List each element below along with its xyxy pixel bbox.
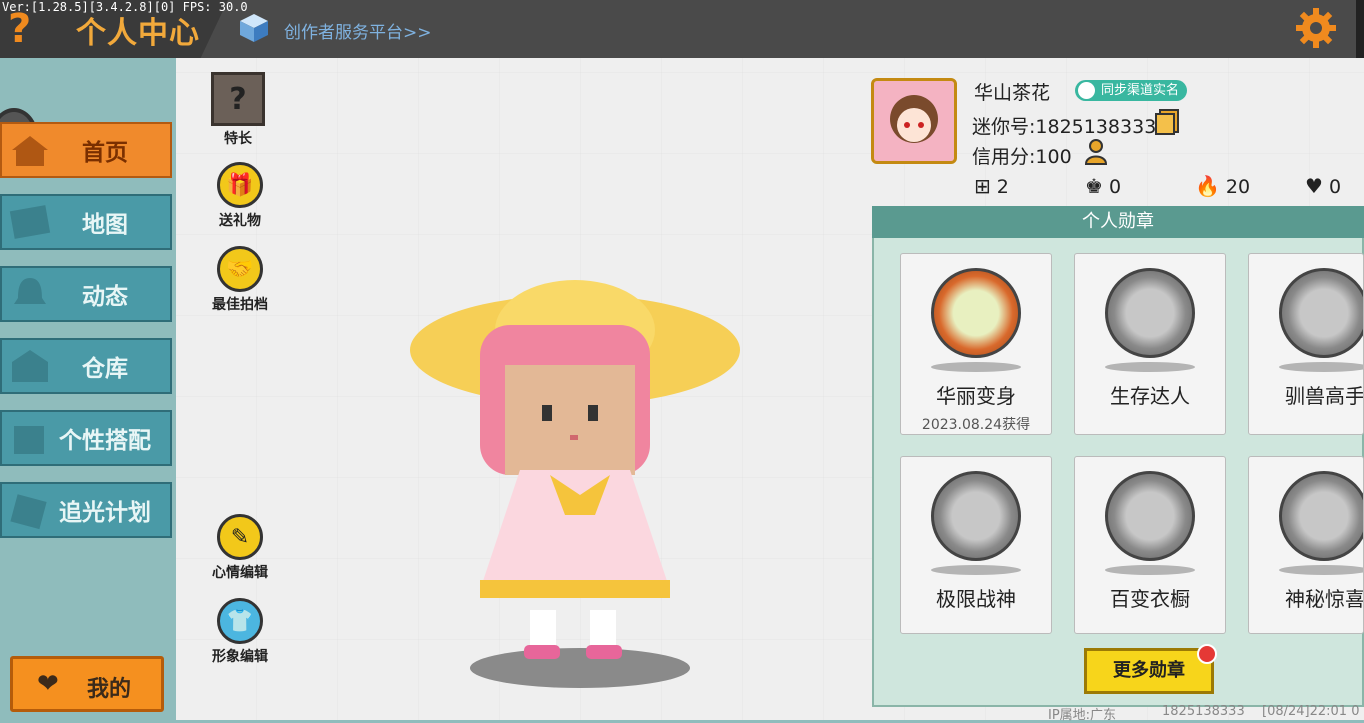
sidebar-item-outfit[interactable]: 个性搭配 [0, 410, 172, 466]
medal-shadow [1105, 362, 1195, 372]
footer-uid: 1825138333 [1162, 704, 1245, 719]
avatar-face [874, 81, 954, 161]
medal-shadow [931, 565, 1021, 575]
avatar[interactable] [871, 78, 957, 164]
mood-edit-label: 心情编辑 [212, 565, 268, 581]
medal-name: 百变衣橱 [1110, 587, 1190, 611]
nickname: 华山茶花 [974, 82, 1051, 104]
medal-date: 2023.08.24获得 [921, 417, 1031, 433]
copy-icon[interactable] [1154, 108, 1180, 136]
medal-card[interactable]: 生存达人 [1074, 253, 1226, 435]
medal-card[interactable]: 极限战神 [900, 456, 1052, 634]
fans-icon: ♚ [1085, 174, 1103, 198]
help-icon[interactable]: ? [8, 6, 31, 52]
sidebar-item-feed[interactable]: 动态 [0, 266, 172, 322]
medal-card[interactable]: 驯兽高手 [1248, 253, 1364, 435]
medal-panel-title: 个人勋章 [872, 206, 1364, 238]
medal-card[interactable]: 华丽变身 2023.08.24获得 [900, 253, 1052, 435]
footer-timestamp: [08/24]22:01 0 [1262, 704, 1360, 719]
sidebar-item-label: 首页 [82, 140, 128, 166]
medal-shadow [931, 362, 1021, 372]
page-title: 个人中心 [76, 16, 200, 51]
medal-wardrobe-icon [1105, 471, 1195, 561]
sidebar-item-map[interactable]: 地图 [0, 194, 172, 250]
question-block-icon: ? [211, 72, 265, 126]
credit-score: 信用分:100 [972, 146, 1072, 168]
medal-surprise-icon [1279, 471, 1363, 561]
medal-boss-icon [931, 471, 1021, 561]
sidebar-item-label: 仓库 [82, 356, 128, 382]
medal-campfire-icon [1105, 268, 1195, 358]
mine-button[interactable]: ❤ 我的 [10, 656, 164, 712]
heart-icon: ♥ [1305, 174, 1323, 198]
sidebar-item-label: 追光计划 [59, 500, 151, 526]
likes-count: 0 [1328, 176, 1342, 198]
medal-card[interactable]: 百变衣橱 [1074, 456, 1226, 634]
notification-dot [1197, 644, 1217, 664]
flame-icon: 🔥 [1195, 174, 1220, 198]
medal-name: 驯兽高手 [1285, 384, 1364, 408]
gift-icon: 🎁 [217, 162, 263, 208]
medal-card[interactable]: 神秘惊喜 [1248, 456, 1364, 634]
heart-icon: ❤ [37, 669, 59, 699]
best-partner-button[interactable]: 🤝 最佳拍档 [200, 246, 280, 314]
popularity-stat[interactable]: 🔥 20 [1195, 174, 1250, 198]
medal-shadow [1279, 565, 1363, 575]
sidebar-item-home[interactable]: 首页 [0, 122, 172, 178]
best-partner-label: 最佳拍档 [212, 297, 268, 313]
friends-stat[interactable]: ⊞ 2 [974, 174, 1009, 198]
medal-name: 极限战神 [936, 587, 1016, 611]
medal-shadow [1279, 362, 1363, 372]
cube-icon[interactable] [238, 12, 270, 44]
avatar-edit-button[interactable]: 👕 形象编辑 [200, 598, 280, 666]
mini-id: 迷你号:1825138333 [972, 116, 1157, 138]
ip-location: IP属地:广东 [1048, 708, 1117, 723]
edit-icon: ✎ [217, 514, 263, 560]
fans-count: 0 [1108, 176, 1122, 198]
creator-platform-link[interactable]: 创作者服务平台>> [284, 18, 432, 43]
skill-button[interactable]: ? 特长 [198, 72, 278, 148]
medal-tamer-icon [1279, 268, 1363, 358]
shirt-icon: 👕 [217, 598, 263, 644]
mine-label: 我的 [87, 677, 132, 702]
more-medals-button[interactable]: 更多勋章 [1084, 648, 1214, 694]
sync-realname-badge[interactable]: 同步渠道实名 [1075, 80, 1188, 101]
mood-edit-button[interactable]: ✎ 心情编辑 [200, 514, 280, 582]
medal-name: 生存达人 [1110, 384, 1190, 408]
fans-stat[interactable]: ♚ 0 [1085, 174, 1121, 198]
credit-info-icon[interactable] [1084, 138, 1112, 166]
sidebar-item-warehouse[interactable]: 仓库 [0, 338, 172, 394]
friends-count: 2 [996, 176, 1009, 198]
character-model[interactable] [410, 270, 740, 690]
gift-button[interactable]: 🎁 送礼物 [200, 162, 280, 230]
plus-square-icon: ⊞ [974, 174, 991, 198]
sidebar-item-label: 地图 [82, 212, 128, 238]
avatar-edit-label: 形象编辑 [212, 649, 268, 665]
gift-label: 送礼物 [219, 213, 261, 229]
handshake-icon: 🤝 [217, 246, 263, 292]
sidebar-item-spotlight[interactable]: 追光计划 [0, 482, 172, 538]
top-bar: Ver:[1.28.5][3.4.2.8][0] FPS: 30.0 ? 个人中… [0, 0, 1364, 60]
medal-name: 神秘惊喜 [1285, 587, 1364, 611]
popularity-count: 20 [1225, 176, 1251, 198]
likes-stat[interactable]: ♥ 0 [1305, 174, 1341, 198]
skill-label: 特长 [224, 131, 252, 147]
edge-strip [1356, 0, 1364, 60]
medal-shadow [1105, 565, 1195, 575]
sidebar-item-label: 个性搭配 [59, 428, 151, 454]
medal-name: 华丽变身 [936, 384, 1016, 408]
gear-icon[interactable] [1294, 6, 1338, 50]
medal-transform-icon [931, 268, 1021, 358]
sidebar-item-label: 动态 [82, 284, 128, 310]
